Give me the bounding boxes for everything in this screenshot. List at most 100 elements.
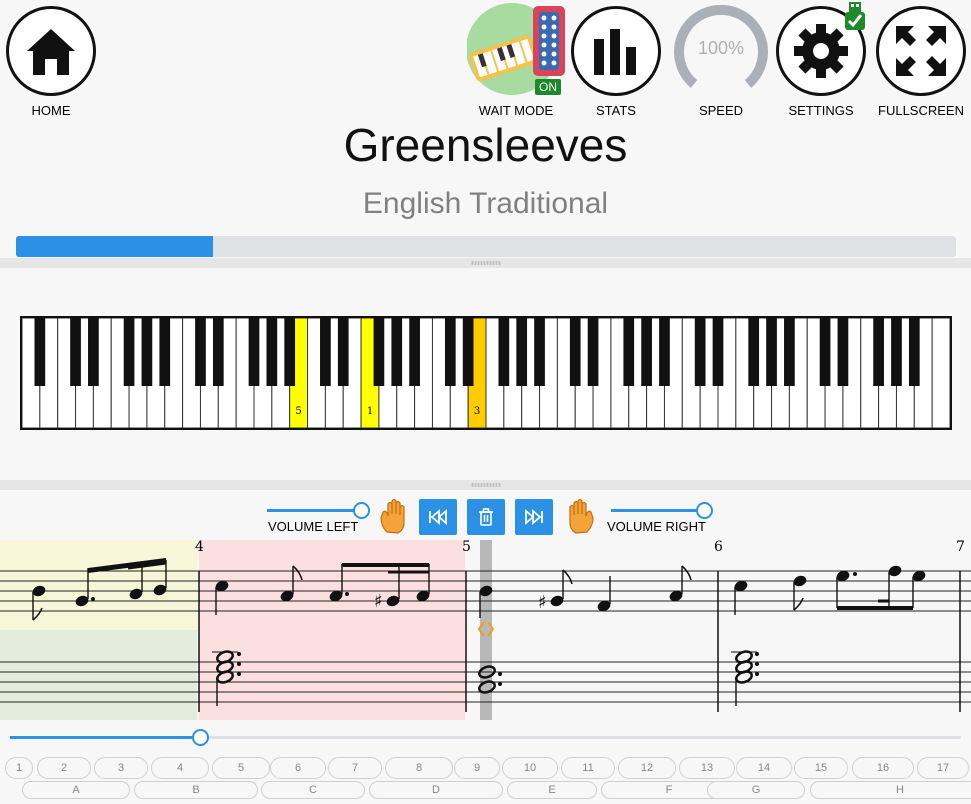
piano-key-black[interactable] [837,318,849,386]
section-button[interactable]: H [810,781,971,799]
piano-key-black[interactable] [587,318,599,386]
played-region-treble [0,540,197,630]
home-button[interactable] [6,6,96,96]
piano-key-black[interactable] [123,318,135,386]
measure-button[interactable]: 8 [385,757,453,779]
measure-button[interactable]: 11 [561,757,615,779]
section-button[interactable]: A [22,781,130,799]
piano-key-black[interactable] [373,318,385,386]
measure-number: 4 [195,539,204,555]
wait-mode-status-badge: ON [535,79,561,95]
measure-number: 6 [714,539,723,555]
piano-key-black[interactable] [819,318,831,386]
piano-key-black[interactable] [195,318,206,386]
measure-button[interactable]: 9 [454,757,500,779]
home-icon [27,29,75,75]
piano-key-black[interactable] [70,318,81,386]
volume-right-knob[interactable] [696,502,713,519]
piano-key-black[interactable] [159,318,171,386]
measure-button[interactable]: 4 [151,757,209,779]
piano-key-black[interactable] [266,318,278,386]
rewind-icon [429,509,447,525]
piano-key-black[interactable] [248,318,260,386]
measure-button[interactable]: 14 [736,757,792,779]
seek-knob[interactable] [192,729,210,746]
finger-number: 3 [474,406,480,417]
left-hand-button[interactable] [379,498,409,534]
piano-key-black[interactable] [712,318,724,386]
section-button[interactable]: B [134,781,258,799]
piano-key-black[interactable] [88,318,99,386]
song-progress-bar [16,236,956,257]
piano-key-black[interactable] [212,318,224,386]
measure-button[interactable]: 15 [794,757,848,779]
piano-key-black[interactable] [659,318,670,386]
clear-button[interactable] [467,499,505,535]
section-button[interactable]: E [507,781,597,799]
wait-mode-button[interactable]: ON [466,2,567,97]
piano-key-black[interactable] [873,318,884,386]
fullscreen-button[interactable] [876,6,966,96]
measure-button[interactable]: 16 [852,757,914,779]
piano-key-black[interactable] [891,318,902,386]
hand-right-icon [569,498,594,534]
piano-key-black[interactable] [337,318,349,386]
svg-text:♯: ♯ [538,592,547,613]
grip-icon [471,483,501,487]
played-region-bass [0,630,197,720]
measure-button[interactable]: 10 [502,757,558,779]
volume-right-slider[interactable] [611,509,707,512]
piano-key-black[interactable] [908,318,920,386]
measure-button[interactable]: 2 [37,757,91,779]
measure-button[interactable]: 6 [270,757,326,779]
measure-button[interactable]: 3 [94,757,148,779]
piano-keys[interactable]: 5 1 3 [21,317,951,429]
piano-key-black[interactable] [534,318,545,386]
sheet-music[interactable]: 4 5 6 7 ♯ ♯ [0,538,971,722]
section-button[interactable]: C [261,781,365,799]
measure-button[interactable]: 7 [328,757,382,779]
piano-key-black[interactable] [784,318,795,386]
piano-key-black[interactable] [641,318,652,386]
resize-handle-bottom[interactable] [0,480,971,490]
piano-key-black[interactable] [462,318,474,386]
right-hand-button[interactable] [565,498,595,534]
piano-key-black[interactable] [34,318,46,386]
piano-key-black[interactable] [569,318,581,386]
forward-button[interactable] [515,499,553,535]
measure-button[interactable]: 12 [618,757,676,779]
piano-key-black[interactable] [284,318,296,386]
settings-label: SETTINGS [788,103,854,118]
piano-key-black[interactable] [141,318,153,386]
wait-mode-label: WAIT MODE [478,103,554,118]
piano-key-black[interactable] [766,318,777,386]
piano-key-black[interactable] [623,318,635,386]
measure-button[interactable]: 17 [917,757,969,779]
piano-key-black[interactable] [694,318,706,386]
piano-key-black[interactable] [320,318,331,386]
speed-dial[interactable]: 100% [672,2,770,100]
hand-left-icon [380,498,405,534]
volume-left-slider[interactable] [267,509,363,512]
finger-number: 5 [295,406,301,417]
rewind-button[interactable] [419,499,457,535]
piano-key-black[interactable] [409,318,420,386]
section-button[interactable]: G [707,781,805,799]
piano-key-black[interactable] [444,318,456,386]
measure-button[interactable]: 13 [679,757,735,779]
section-button[interactable]: D [369,781,503,799]
piano-key-black[interactable] [391,318,403,386]
measure-button[interactable]: 5 [212,757,270,779]
resize-handle-top[interactable] [0,258,971,268]
piano-key-white[interactable] [931,317,951,429]
piano-key-black[interactable] [516,318,528,386]
piano-key-black[interactable] [748,318,760,386]
bar-chart-icon [594,29,636,75]
stats-button[interactable] [571,6,661,96]
piano-keyboard[interactable]: 5 1 3 [20,316,952,430]
speed-label: SPEED [698,103,744,118]
measure-button[interactable]: 1 [5,757,33,779]
seek-bar[interactable] [10,736,961,739]
piano-key-black[interactable] [498,318,510,386]
volume-left-knob[interactable] [353,502,370,519]
